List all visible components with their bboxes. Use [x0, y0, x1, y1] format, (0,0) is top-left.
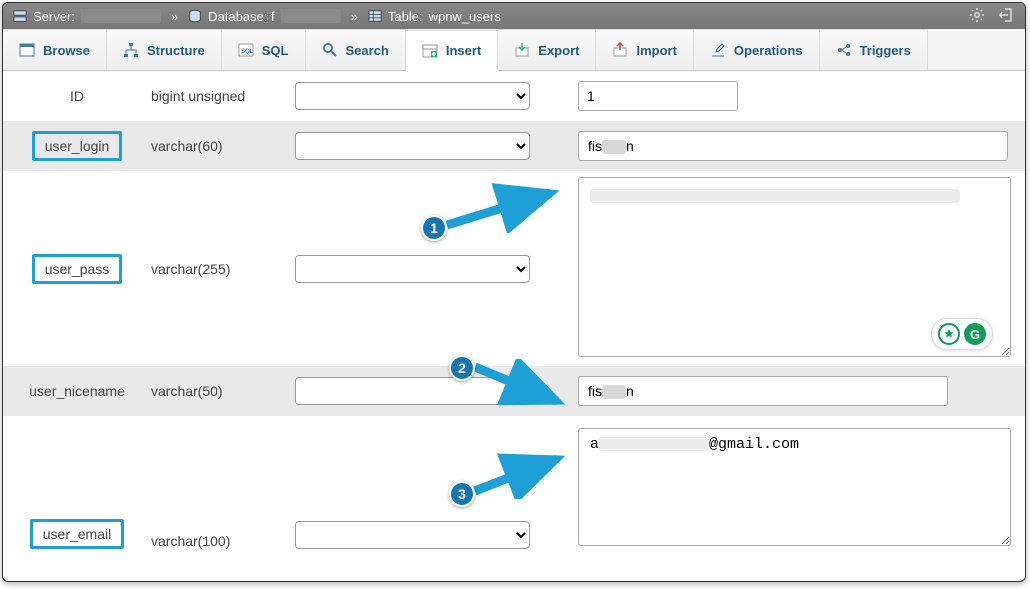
grammarly-badge-icon[interactable]: G	[964, 323, 986, 345]
field-row-user-pass: user_pass varchar(255) G	[3, 171, 1025, 366]
database-icon	[188, 9, 202, 23]
field-type-id: bigint unsigned	[151, 88, 281, 104]
tab-import[interactable]: Import	[596, 29, 693, 70]
tab-triggers-label: Triggers	[860, 43, 911, 58]
breadcrumb-sep: »	[347, 9, 362, 24]
field-row-user-login: user_login varchar(60) fisn	[3, 121, 1025, 171]
breadcrumb-db-label[interactable]: Database: f	[208, 9, 275, 24]
field-function-user-pass[interactable]	[295, 255, 530, 283]
tab-operations-label: Operations	[734, 43, 803, 58]
sql-icon: SQL	[238, 42, 254, 58]
tab-insert-label: Insert	[446, 43, 481, 58]
field-name-user-login: user_login	[32, 131, 123, 161]
exit-icon[interactable]	[999, 7, 1015, 26]
field-row-user-email: user_email varchar(100) a@gmail.com	[3, 416, 1025, 563]
tab-export-label: Export	[538, 43, 579, 58]
export-icon	[514, 42, 530, 58]
svg-text:SQL: SQL	[241, 49, 254, 55]
structure-icon	[123, 42, 139, 58]
field-value-user-login[interactable]	[578, 131, 1008, 161]
annotation-badge-3: 3	[449, 481, 475, 507]
insert-icon	[422, 43, 438, 59]
field-type-user-email: varchar(100)	[151, 533, 281, 549]
operations-icon	[710, 42, 726, 58]
search-icon	[322, 42, 338, 58]
tab-browse[interactable]: Browse	[3, 29, 107, 70]
tab-search-label: Search	[346, 43, 389, 58]
breadcrumb: Server: » Database: f » Table: wpnw_user…	[3, 3, 1025, 29]
field-value-user-nicename[interactable]	[578, 376, 948, 406]
tab-sql[interactable]: SQL SQL	[222, 29, 306, 70]
browse-icon	[19, 42, 35, 58]
field-function-user-email[interactable]	[295, 521, 530, 549]
field-function-user-login[interactable]	[295, 132, 530, 160]
annotation-badge-2: 2	[449, 355, 475, 381]
breadcrumb-table-value[interactable]: wpnw_users	[429, 9, 501, 24]
tab-structure-label: Structure	[147, 43, 205, 58]
grammarly-widget[interactable]: G	[931, 318, 993, 350]
field-name-user-email: user_email	[30, 519, 124, 549]
field-function-id[interactable]	[295, 82, 530, 110]
field-name-user-pass: user_pass	[32, 254, 123, 284]
insert-form: ID bigint unsigned user_login varchar(60…	[3, 71, 1025, 581]
tab-export[interactable]: Export	[498, 29, 596, 70]
tab-sql-label: SQL	[262, 43, 289, 58]
breadcrumb-server-label[interactable]: Server:	[33, 9, 75, 24]
tab-insert[interactable]: Insert	[406, 30, 498, 71]
table-icon	[368, 9, 382, 23]
field-name-user-nicename: user_nicename	[17, 383, 137, 399]
field-row-user-nicename: user_nicename varchar(50) fisn	[3, 366, 1025, 416]
field-type-user-login: varchar(60)	[151, 138, 281, 154]
field-value-id[interactable]	[578, 81, 738, 111]
tab-import-label: Import	[636, 43, 676, 58]
field-row-id: ID bigint unsigned	[3, 71, 1025, 121]
field-function-user-nicename[interactable]	[295, 377, 530, 405]
server-icon	[13, 9, 27, 23]
triggers-icon	[836, 42, 852, 58]
annotation-badge-1: 1	[421, 215, 447, 241]
gear-icon[interactable]	[969, 7, 985, 26]
field-name-id: ID	[17, 88, 137, 104]
field-type-user-pass: varchar(255)	[151, 261, 281, 277]
field-value-user-email[interactable]	[578, 428, 1011, 546]
breadcrumb-server-value	[81, 9, 161, 23]
tab-structure[interactable]: Structure	[107, 29, 222, 70]
breadcrumb-table-label[interactable]: Table:	[388, 9, 423, 24]
tabs: Browse Structure SQL SQL Search Insert E…	[3, 29, 1025, 71]
breadcrumb-db-value	[281, 9, 341, 23]
breadcrumb-sep: »	[167, 9, 182, 24]
tab-operations[interactable]: Operations	[694, 29, 820, 70]
tab-search[interactable]: Search	[306, 29, 406, 70]
tab-browse-label: Browse	[43, 43, 90, 58]
grammarly-icon[interactable]	[938, 323, 960, 345]
tab-triggers[interactable]: Triggers	[820, 29, 928, 70]
field-type-user-nicename: varchar(50)	[151, 383, 281, 399]
import-icon	[612, 42, 628, 58]
